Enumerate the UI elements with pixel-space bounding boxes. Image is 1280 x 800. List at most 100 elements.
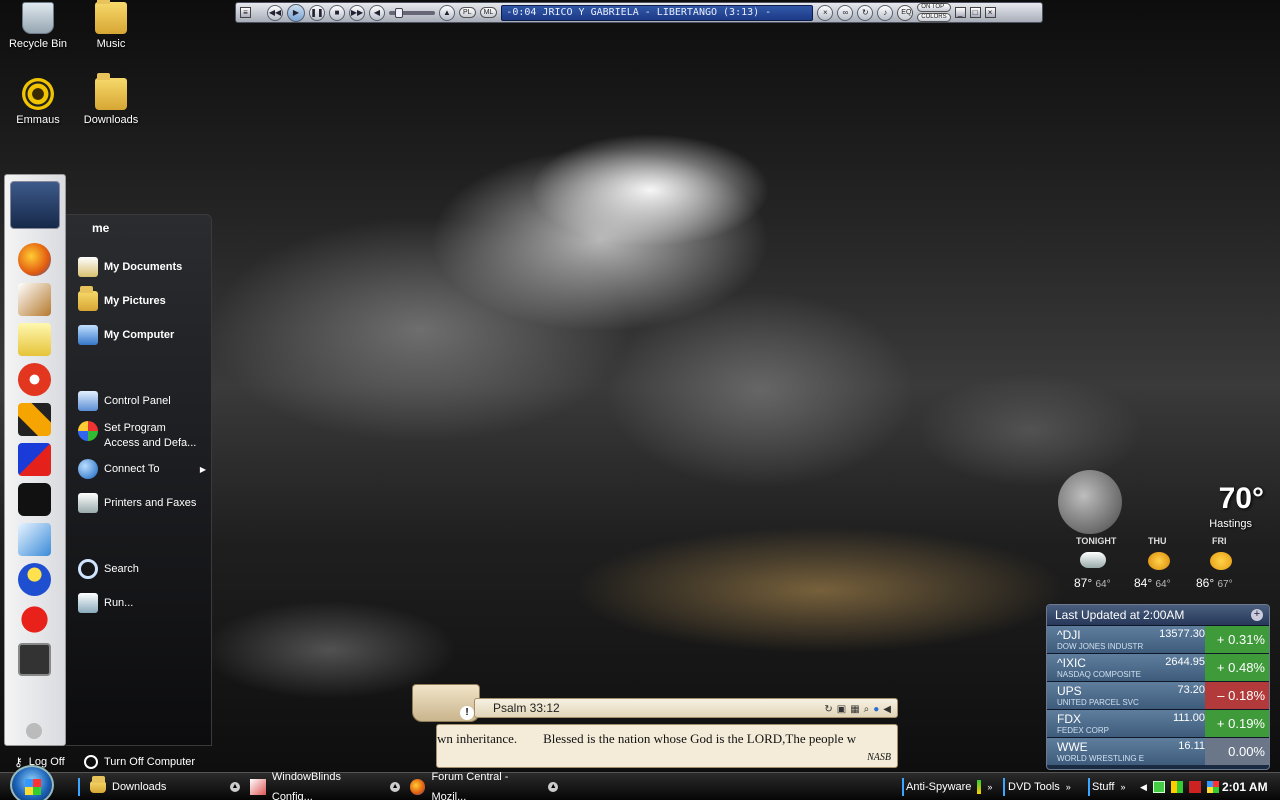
tray-security-icon[interactable] bbox=[1188, 781, 1201, 793]
tray-status-icon[interactable] bbox=[1152, 781, 1165, 793]
run-icon bbox=[78, 593, 98, 613]
menu-item-label: My Documents bbox=[104, 261, 183, 273]
eject-button[interactable]: ▲ bbox=[439, 4, 455, 21]
always-on-top-toggle[interactable]: ON TOP bbox=[917, 3, 951, 12]
stop-button[interactable]: ■ bbox=[329, 4, 345, 21]
stock-price: 73.20 bbox=[1177, 684, 1205, 696]
search-icon[interactable]: ⌕ bbox=[864, 701, 870, 719]
media-library-toggle[interactable]: ML bbox=[479, 7, 498, 18]
tray-expand-icon[interactable]: ◀ bbox=[1140, 777, 1147, 797]
notes-icon[interactable] bbox=[18, 323, 51, 356]
pause-button[interactable]: ❚❚ bbox=[309, 4, 325, 21]
desktop-icon-recycle-bin[interactable]: Recycle Bin bbox=[0, 2, 76, 50]
desktop-icon-music[interactable]: Music bbox=[73, 0, 149, 50]
globe-icon[interactable]: ● bbox=[873, 701, 879, 719]
toolbar-dvd-tools[interactable]: DVD Tools » bbox=[1008, 777, 1071, 797]
previous-button[interactable]: ◀◀ bbox=[267, 4, 283, 21]
calendar-icon[interactable]: ▦ bbox=[850, 701, 859, 719]
control-panel-icon bbox=[78, 391, 98, 411]
stock-price: 111.00 bbox=[1172, 712, 1205, 724]
menu-item-printers-and-faxes[interactable]: Printers and Faxes bbox=[78, 493, 196, 513]
chevron-icon[interactable]: » bbox=[1120, 777, 1125, 797]
desktop-icon-label: Emmaus bbox=[16, 114, 60, 126]
item-menu-icon[interactable]: ▲ bbox=[230, 782, 240, 792]
taskbar-item-firefox[interactable]: Forum Central - Mozil... ▲ bbox=[410, 771, 558, 800]
player-shade-button[interactable]: □ bbox=[969, 7, 981, 18]
item-menu-icon[interactable]: ▲ bbox=[390, 782, 400, 792]
folder-icon bbox=[90, 776, 106, 793]
desktop-icon-emmaus[interactable]: Emmaus bbox=[0, 78, 76, 126]
menu-item-search[interactable]: Search bbox=[78, 559, 139, 579]
player-close-button[interactable]: × bbox=[984, 7, 996, 18]
play-button[interactable]: ▶ bbox=[287, 3, 305, 22]
equalizer-toggle[interactable]: EQ bbox=[897, 4, 914, 21]
start-button[interactable] bbox=[10, 765, 54, 800]
taskbar-separator bbox=[902, 778, 904, 796]
player-minimize-button[interactable]: _ bbox=[954, 7, 966, 18]
playlist-toggle[interactable]: PL bbox=[459, 7, 476, 18]
status-bar-icon bbox=[977, 780, 982, 794]
weather-gadget[interactable]: 70° Hastings TONIGHT THU FRI 87° 64° 84°… bbox=[1058, 470, 1278, 600]
volume-slider[interactable] bbox=[389, 7, 435, 18]
taskbar-item-downloads[interactable]: Downloads ▲ bbox=[90, 776, 240, 797]
menu-item-label: Connect To bbox=[104, 463, 160, 475]
chevron-icon[interactable]: » bbox=[987, 777, 992, 797]
toolbar-stuff[interactable]: Stuff » bbox=[1092, 777, 1125, 797]
menu-item-control-panel[interactable]: Control Panel bbox=[78, 391, 171, 411]
menu-item-my-documents[interactable]: My Documents bbox=[78, 257, 182, 277]
image-editor-icon[interactable] bbox=[18, 283, 51, 316]
tray-windows-icon[interactable] bbox=[1206, 781, 1219, 793]
menu-item-set-program-access[interactable]: Set Program Access and Defa... bbox=[78, 421, 196, 451]
user-avatar[interactable] bbox=[10, 181, 60, 229]
messenger-icon[interactable] bbox=[18, 443, 51, 476]
tray-network-icon[interactable] bbox=[1170, 781, 1183, 793]
recycle-bin-icon bbox=[22, 2, 54, 34]
menu-item-label: Control Panel bbox=[104, 395, 171, 407]
book-icon[interactable]: ▣ bbox=[837, 701, 846, 719]
turn-off-computer-button[interactable]: Turn Off Computer bbox=[84, 752, 195, 772]
menu-item-connect-to[interactable]: Connect To ▶ bbox=[78, 459, 206, 479]
add-stock-icon[interactable]: + bbox=[1251, 609, 1263, 621]
stock-name: NASDAQ COMPOSITE bbox=[1057, 670, 1142, 679]
feather-icon[interactable] bbox=[18, 523, 51, 556]
volume-icon: ◀ bbox=[369, 4, 385, 21]
current-temperature: 70° bbox=[1218, 482, 1264, 515]
stock-symbol: FDX bbox=[1057, 712, 1081, 726]
player-menu-button[interactable]: ≡ bbox=[240, 7, 251, 18]
menu-item-my-computer[interactable]: My Computer bbox=[78, 325, 174, 345]
taskbar-item-windowblinds[interactable]: WindowBlinds Config... ▲ bbox=[250, 771, 400, 800]
firefox-icon[interactable] bbox=[18, 243, 51, 276]
stock-row[interactable]: FDXFEDEX CORP111.00+0.21+ 0.19% bbox=[1047, 709, 1269, 737]
stocks-gadget[interactable]: Last Updated at 2:00AM + ^DJI DOW JONES IN… bbox=[1046, 604, 1270, 770]
taskbar-item-label: Forum Central - Mozil... bbox=[431, 771, 509, 800]
clock[interactable]: 2:01 AM bbox=[1222, 777, 1268, 797]
repeat-icon[interactable]: ↻ bbox=[857, 4, 874, 21]
stock-percent-badge: 0.00% bbox=[1205, 738, 1269, 765]
colors-toggle[interactable]: COLORS bbox=[917, 13, 951, 22]
shuffle-icon[interactable]: ∞ bbox=[837, 4, 854, 21]
toolbar-anti-spyware[interactable]: Anti-Spyware » bbox=[906, 777, 992, 797]
stock-row[interactable]: ^DJIDOW JONES INDUSTR13577.30+41.87+ 0.3… bbox=[1047, 625, 1269, 653]
stock-name: UNITED PARCEL SVC bbox=[1057, 698, 1139, 707]
ccleaner-icon[interactable] bbox=[18, 363, 51, 396]
stock-row[interactable]: UPSUNITED PARCEL SVC73.20-0.13– 0.18% bbox=[1047, 681, 1269, 709]
stock-row[interactable]: ^IXICNASDAQ COMPOSITE2644.95+12.65+ 0.48… bbox=[1047, 653, 1269, 681]
refresh-icon[interactable]: ↻ bbox=[824, 701, 832, 719]
aim-icon[interactable] bbox=[18, 563, 51, 596]
steam-icon[interactable] bbox=[18, 483, 51, 516]
application-icon[interactable] bbox=[18, 643, 51, 676]
menu-item-my-pictures[interactable]: My Pictures bbox=[78, 286, 166, 311]
stock-row[interactable]: WWEWORLD WRESTLING E16.110.000.00% bbox=[1047, 737, 1269, 765]
verse-text: wn inheritance. Blessed is the nation wh… bbox=[437, 731, 857, 746]
bible-verse-gadget[interactable]: ! Psalm 33:12 ↻ ▣ ▦ ⌕ ● ◀ wn inheritance… bbox=[412, 684, 900, 770]
item-menu-icon[interactable]: ▲ bbox=[548, 782, 558, 792]
back-arrow-icon[interactable]: ◀ bbox=[883, 701, 891, 719]
menu-item-run[interactable]: Run... bbox=[78, 593, 133, 613]
scroll-down-icon[interactable] bbox=[26, 723, 42, 739]
desktop-icon-downloads[interactable]: Downloads bbox=[73, 73, 149, 126]
splat-icon[interactable] bbox=[18, 603, 51, 636]
forecast-day-tonight: TONIGHT bbox=[1076, 536, 1117, 546]
chevron-icon[interactable]: » bbox=[1066, 777, 1071, 797]
next-button[interactable]: ▶▶ bbox=[349, 4, 365, 21]
burn-tool-icon[interactable] bbox=[18, 403, 51, 436]
